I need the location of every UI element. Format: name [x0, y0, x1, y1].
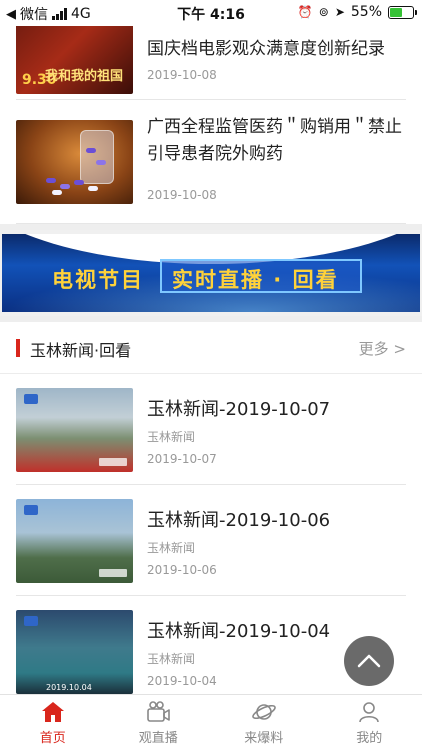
battery-icon	[388, 5, 417, 19]
video-source: 玉林新闻	[147, 430, 196, 444]
list-item[interactable]: 2019.10.04 玉林新闻-2019-10-04 玉林新闻 2019-10-…	[16, 596, 406, 694]
list-item[interactable]: 广西全程监管医药＂购销用＂禁止引导患者院外购药 2019-10-08	[16, 100, 406, 224]
home-icon	[41, 701, 64, 722]
bottom-tab-bar: 首页 观直播 来爆料 我的	[0, 694, 422, 750]
battery-percent: 55%	[350, 4, 382, 20]
video-date: 2019-10-07	[147, 452, 217, 466]
channel-logo-icon	[24, 616, 38, 626]
video-thumbnail: 2019.10.04	[16, 610, 133, 694]
planet-icon	[251, 703, 276, 720]
main-content: 9.30 我和我的祖国 国庆档电影观众满意度创新纪录 2019-10-08 广西…	[0, 26, 422, 694]
thumbnail-date-text: 2019.10.04	[46, 683, 92, 692]
video-camera-icon	[147, 700, 171, 722]
video-thumbnail	[16, 499, 133, 583]
tab-label: 来爆料	[244, 730, 284, 746]
news-title: 广西全程监管医药＂购销用＂禁止引导患者院外购药	[147, 117, 402, 164]
video-date: 2019-10-06	[147, 563, 217, 577]
section-accent-bar	[16, 339, 20, 357]
news-thumbnail	[16, 120, 133, 204]
video-thumbnail	[16, 388, 133, 472]
video-source: 玉林新闻	[147, 652, 196, 666]
channel-logo-icon	[24, 394, 38, 404]
thumbnail-title-text: 我和我的祖国	[44, 69, 123, 84]
channel-tag	[99, 458, 127, 466]
section-title: 玉林新闻·回看	[30, 341, 132, 360]
user-icon	[359, 701, 380, 722]
video-title: 玉林新闻-2019-10-07	[147, 399, 331, 420]
channel-logo-icon	[24, 505, 38, 515]
banner-left-text: 电视节目	[52, 268, 144, 292]
alarm-icon: ⏰	[297, 5, 313, 19]
back-to-top-button[interactable]	[344, 636, 394, 686]
banner-image: 电视节目 实时直播 · 回看	[2, 234, 420, 312]
tab-label: 首页	[39, 730, 66, 746]
tab-label: 观直播	[138, 730, 178, 746]
channel-tag	[99, 569, 127, 577]
tv-program-banner[interactable]: 电视节目 实时直播 · 回看	[0, 230, 422, 316]
tab-home[interactable]: 首页	[0, 695, 106, 750]
status-right: ⏰ ⊚ ➤ 55%	[297, 4, 417, 20]
jar-image	[80, 130, 114, 184]
tab-live[interactable]: 观直播	[106, 695, 212, 750]
tab-label: 我的	[356, 730, 383, 746]
list-item[interactable]: 玉林新闻-2019-10-06 玉林新闻 2019-10-06	[16, 485, 406, 596]
chevron-up-icon	[357, 654, 381, 668]
status-bar: ◀ 微信 4G 下午 4:16 ⏰ ⊚ ➤ 55%	[0, 0, 422, 26]
tab-report[interactable]: 来爆料	[211, 695, 317, 750]
list-item[interactable]: 9.30 我和我的祖国 国庆档电影观众满意度创新纪录 2019-10-08	[16, 26, 406, 100]
tab-mine[interactable]: 我的	[317, 695, 422, 750]
news-title: 国庆档电影观众满意度创新纪录	[147, 39, 385, 59]
list-item[interactable]: 玉林新闻-2019-10-07 玉林新闻 2019-10-07	[16, 374, 406, 485]
video-date: 2019-10-04	[147, 674, 217, 688]
news-thumbnail: 9.30 我和我的祖国	[16, 26, 133, 94]
video-source: 玉林新闻	[147, 541, 196, 555]
news-date: 2019-10-08	[147, 188, 217, 202]
section-header: 玉林新闻·回看 更多 >	[0, 322, 422, 374]
location-icon: ➤	[334, 5, 345, 19]
banner-right-text: 实时直播 · 回看	[172, 268, 339, 292]
video-title: 玉林新闻-2019-10-06	[147, 510, 331, 531]
more-link[interactable]: 更多 >	[359, 338, 406, 359]
news-date: 2019-10-08	[147, 68, 217, 82]
rotation-lock-icon: ⊚	[318, 5, 329, 19]
